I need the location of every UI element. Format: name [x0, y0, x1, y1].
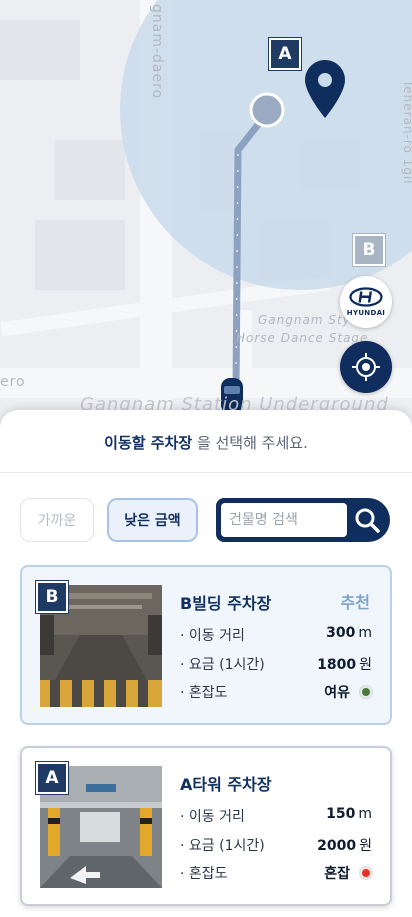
parking-lot-card-b[interactable]: B B빌딩 주차장 추천 · 이동 거리 300 m · 요금 (1시간) 18… — [20, 565, 392, 725]
road-label: gnam-daero — [149, 4, 165, 100]
filter-nearest-button[interactable]: 가까운 — [20, 498, 94, 542]
distance-value: 150 m — [326, 806, 372, 822]
lot-badge: B — [35, 580, 69, 614]
road-label: Horse Dance Stage — [236, 331, 369, 345]
road-label: Teheran-ro 1gil — [401, 80, 412, 185]
selection-prompt: 이동할 주차장 을 선택해 주세요. — [0, 432, 412, 453]
hyundai-logo-icon — [349, 287, 383, 307]
fee-value: 2000 원 — [317, 838, 372, 854]
prompt-highlight: 이동할 주차장 — [104, 434, 193, 452]
lot-badge: A — [35, 761, 69, 795]
congestion-status-icon — [360, 686, 372, 698]
filter-lowest-price-button[interactable]: 낮은 금액 — [107, 498, 198, 542]
congestion-label: · 혼잡도 — [180, 866, 228, 882]
crosshair-icon — [352, 353, 380, 381]
fee-value: 1800 원 — [317, 657, 372, 673]
distance-label: · 이동 거리 — [180, 628, 245, 644]
road-label: ero — [0, 374, 26, 390]
building-search — [216, 498, 390, 542]
parking-selection-sheet: 이동할 주차장 을 선택해 주세요. 가까운 낮은 금액 B — [0, 410, 412, 917]
map-view[interactable]: gnam-daero Gangnam Style Horse Dance Sta… — [0, 0, 412, 430]
divider — [0, 472, 412, 473]
marker-a[interactable]: A — [268, 37, 302, 71]
distance-label: · 이동 거리 — [180, 809, 245, 825]
hyundai-brand-button[interactable]: HYUNDAI — [340, 276, 392, 328]
fee-label: · 요금 (1시간) — [180, 838, 265, 854]
marker-b[interactable]: B — [352, 233, 386, 267]
congestion-status-icon — [360, 867, 372, 879]
prompt-text: 을 선택해 주세요. — [192, 434, 308, 452]
recommended-badge: 추천 — [340, 593, 370, 612]
brand-name: HYUNDAI — [346, 309, 386, 317]
building-search-input[interactable] — [221, 503, 347, 537]
locate-button[interactable] — [340, 341, 392, 393]
congestion-value: 여유 — [324, 682, 372, 702]
lot-name: A타워 주차장 — [180, 775, 272, 794]
distance-value: 300 m — [326, 625, 372, 641]
congestion-value: 혼잡 — [324, 863, 372, 883]
lot-name: B빌딩 주차장 — [180, 594, 272, 613]
congestion-label: · 혼잡도 — [180, 685, 228, 701]
search-icon — [355, 508, 380, 533]
search-button[interactable] — [352, 505, 382, 535]
parking-lot-card-a[interactable]: A A타워 주차장 · 이동 거리 150 m · 요금 (1시간) 2000 … — [20, 746, 392, 906]
fee-label: · 요금 (1시간) — [180, 657, 265, 673]
